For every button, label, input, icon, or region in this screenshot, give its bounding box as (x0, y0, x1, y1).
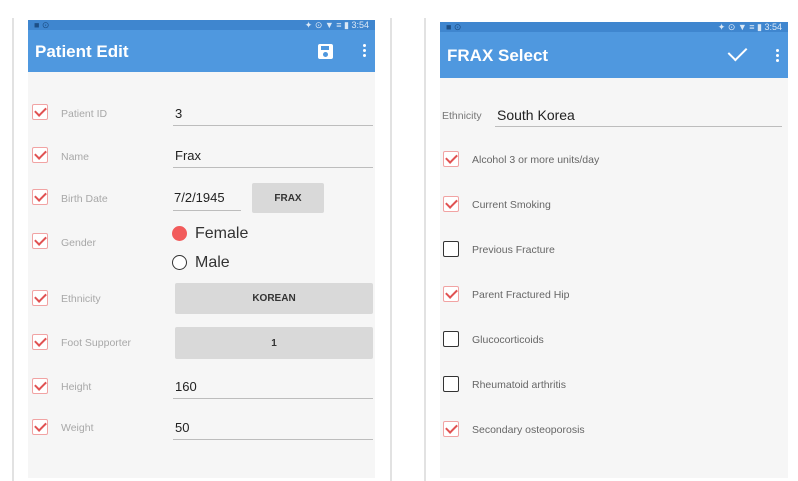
field-label: Gender (61, 237, 97, 249)
radio-female[interactable] (172, 226, 187, 241)
app-bar: Patient Edit (28, 30, 375, 72)
option-label: Alcohol 3 or more units/day (472, 154, 600, 166)
more-vert-icon[interactable] (363, 44, 366, 59)
input-underline (173, 210, 241, 211)
input-underline (173, 125, 373, 126)
input-underline (495, 126, 782, 127)
status-bar: ■ ⊙ ✦ ⊙ ▼ ≡ ▮ 3:54 (28, 20, 375, 30)
field-label: Height (61, 381, 92, 393)
ethnicity-field[interactable]: South Korea (497, 107, 575, 123)
app-bar: FRAX Select (440, 32, 788, 78)
checkbox-alcohol[interactable] (443, 151, 459, 167)
status-icons-right: ✦ ⊙ ▼ ≡ ▮ 3:54 (717, 22, 782, 32)
save-icon[interactable] (318, 44, 333, 59)
checkbox-previous-fracture[interactable] (443, 241, 459, 257)
input-underline (173, 398, 373, 399)
option-label: Rheumatoid arthritis (472, 379, 566, 391)
status-icons-right: ✦ ⊙ ▼ ≡ ▮ 3:54 (304, 20, 369, 30)
page-title: Patient Edit (35, 42, 129, 61)
option-label: Parent Fractured Hip (472, 289, 570, 301)
ethnicity-label: Ethnicity (442, 110, 482, 122)
patient-id-field[interactable]: 3 (175, 106, 182, 121)
checkbox-glucocorticoids[interactable] (443, 331, 459, 347)
frame-edge (12, 18, 14, 481)
height-field[interactable]: 160 (175, 379, 197, 394)
input-underline (173, 167, 373, 168)
checkbox-patient-id[interactable] (32, 104, 48, 120)
field-label: Weight (61, 422, 94, 434)
checkbox-name[interactable] (32, 147, 48, 163)
checkbox-foot-supporter[interactable] (32, 334, 48, 350)
checkbox-weight[interactable] (32, 419, 48, 435)
status-icons-left: ■ ⊙ (446, 22, 462, 32)
name-field[interactable]: Frax (175, 148, 201, 163)
field-label: Birth Date (61, 193, 108, 205)
check-icon[interactable] (727, 41, 748, 62)
radio-label-male: Male (195, 254, 230, 271)
status-bar: ■ ⊙ ✦ ⊙ ▼ ≡ ▮ 3:54 (440, 22, 788, 32)
checkbox-parent-fractured-hip[interactable] (443, 286, 459, 302)
option-label: Secondary osteoporosis (472, 424, 585, 436)
option-label: Previous Fracture (472, 244, 555, 256)
patient-edit-screen: ■ ⊙ ✦ ⊙ ▼ ≡ ▮ 3:54 Patient Edit Patient … (28, 20, 375, 478)
checkbox-birth-date[interactable] (32, 189, 48, 205)
checkbox-secondary-osteoporosis[interactable] (443, 421, 459, 437)
field-label: Ethnicity (61, 293, 101, 305)
checkbox-height[interactable] (32, 378, 48, 394)
weight-field[interactable]: 50 (175, 420, 189, 435)
input-underline (173, 439, 373, 440)
field-label: Name (61, 151, 90, 163)
radio-male[interactable] (172, 255, 187, 270)
field-label: Foot Supporter (61, 337, 132, 349)
checkbox-ethnicity[interactable] (32, 290, 48, 306)
birth-date-field[interactable]: 7/2/1945 (174, 190, 225, 205)
ethnicity-select-button[interactable]: KOREAN (175, 283, 373, 314)
page-title: FRAX Select (447, 46, 549, 65)
frame-edge (424, 18, 426, 481)
option-label: Glucocorticoids (472, 334, 544, 346)
frame-edge (390, 18, 392, 481)
frax-select-screen: ■ ⊙ ✦ ⊙ ▼ ≡ ▮ 3:54 FRAX Select Ethnicity… (440, 22, 788, 478)
frax-button[interactable]: FRAX (252, 183, 324, 213)
status-icons-left: ■ ⊙ (34, 20, 50, 30)
checkbox-current-smoking[interactable] (443, 196, 459, 212)
checkbox-gender[interactable] (32, 233, 48, 249)
checkbox-rheumatoid-arthritis[interactable] (443, 376, 459, 392)
option-label: Current Smoking (472, 199, 551, 211)
foot-supporter-select-button[interactable]: 1 (175, 327, 373, 359)
more-vert-icon[interactable] (776, 49, 779, 64)
radio-label-female: Female (195, 225, 249, 242)
field-label: Patient ID (61, 108, 108, 120)
